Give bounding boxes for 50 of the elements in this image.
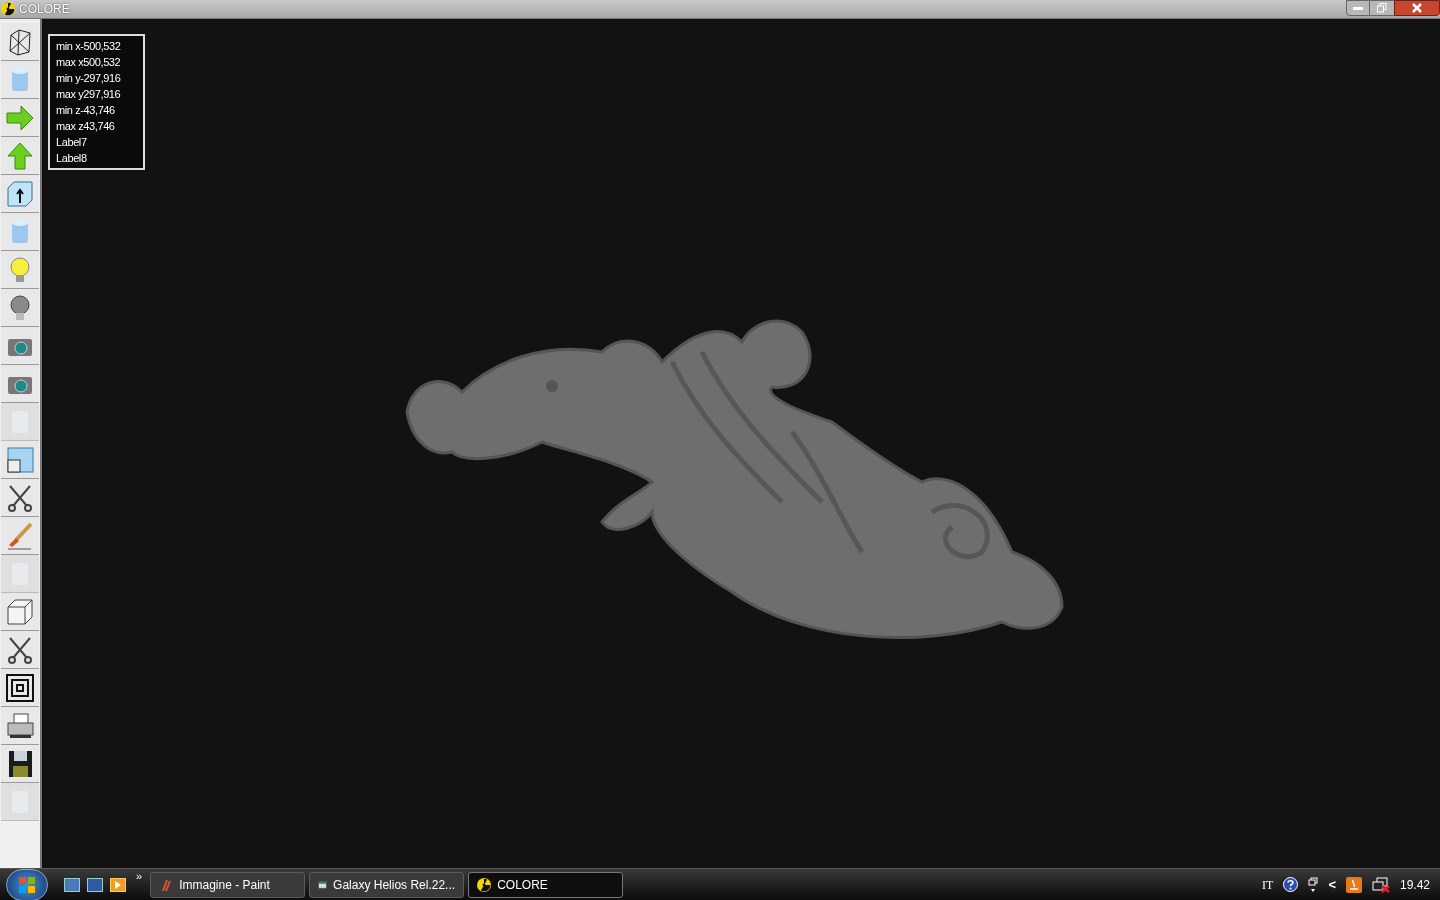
paintbrush-icon xyxy=(5,520,35,551)
windows-switch-icon[interactable] xyxy=(1308,876,1319,893)
tool-button[interactable] xyxy=(1,23,39,61)
arrow-up-icon xyxy=(5,140,35,171)
minimize-icon xyxy=(1353,6,1363,10)
java-icon[interactable] xyxy=(1345,876,1362,893)
windows-logo-icon xyxy=(18,875,36,894)
play-icon xyxy=(115,880,121,889)
taskbar-button[interactable]: COLORE xyxy=(468,871,624,898)
cube-arrow-icon xyxy=(5,178,35,209)
help-icon[interactable] xyxy=(1283,877,1299,892)
radiation-icon xyxy=(1,2,15,16)
tray-expand-button[interactable]: < xyxy=(1328,878,1336,891)
taskbar-button[interactable]: Galaxy Helios Rel.22... xyxy=(309,871,465,898)
windows-icon xyxy=(5,444,35,475)
info-label: max z43,746 xyxy=(56,119,116,134)
info-label: min y-297,916 xyxy=(56,71,122,86)
restore-button[interactable] xyxy=(1370,0,1394,16)
close-icon xyxy=(1412,3,1422,13)
show-desktop-button[interactable] xyxy=(64,877,80,892)
radiation-icon xyxy=(477,877,492,892)
media-player-button[interactable] xyxy=(110,877,126,892)
info-label: Label7 xyxy=(56,135,88,150)
tool-button[interactable] xyxy=(1,631,39,669)
window-icon xyxy=(318,878,328,891)
info-label: max y297,916 xyxy=(56,87,122,102)
minimize-button[interactable] xyxy=(1346,0,1370,16)
tool-button[interactable] xyxy=(1,669,39,707)
quick-launch-more[interactable]: » xyxy=(136,871,143,882)
tool-button[interactable] xyxy=(1,745,39,783)
printer-icon xyxy=(5,710,35,741)
close-button[interactable] xyxy=(1394,0,1440,16)
concentric-squares-icon xyxy=(5,672,35,703)
window-title: COLORE xyxy=(19,1,70,18)
taskbar-button[interactable]: Immagine - Paint xyxy=(150,871,306,898)
tool-button[interactable] xyxy=(1,707,39,745)
paintbrush-icon xyxy=(159,877,174,892)
info-label: Label8 xyxy=(56,151,88,166)
info-label: min z-43,746 xyxy=(56,103,116,118)
start-button[interactable] xyxy=(6,868,48,900)
info-label: max x500,532 xyxy=(56,55,122,70)
network-disconnected-icon[interactable] xyxy=(1371,876,1390,893)
switch-windows-button[interactable] xyxy=(87,877,103,892)
info-label: min x-500,532 xyxy=(56,39,122,54)
clock[interactable]: 19.42 xyxy=(1399,875,1430,894)
restore-icon xyxy=(1377,3,1387,13)
language-indicator[interactable]: IT xyxy=(1262,875,1274,894)
tool-button[interactable] xyxy=(1,479,39,517)
cube-icon xyxy=(5,596,35,627)
tool-button[interactable] xyxy=(1,175,39,213)
